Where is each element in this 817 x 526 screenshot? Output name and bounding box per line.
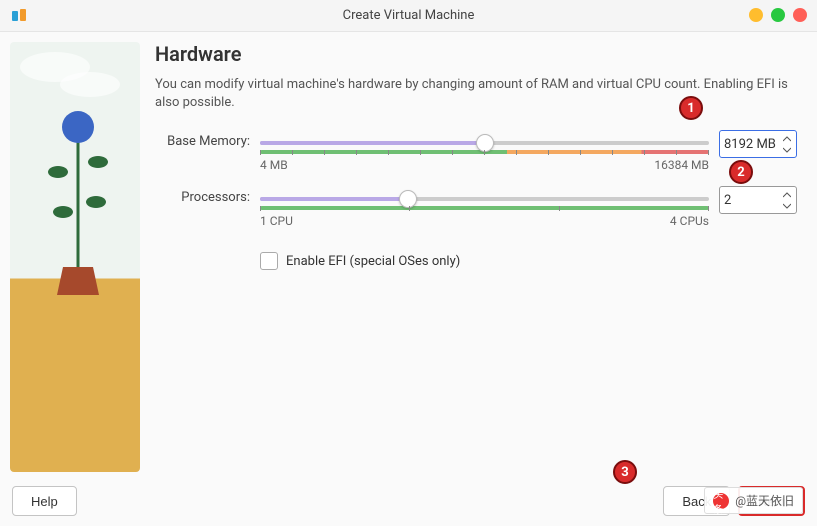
base-memory-slider[interactable]: 4 MB 16384 MB (260, 130, 709, 172)
window-controls (749, 8, 807, 22)
enable-efi-checkbox[interactable] (260, 252, 278, 270)
base-memory-max: 16384 MB (654, 158, 709, 172)
annotation-badge-1: 1 (679, 96, 703, 120)
base-memory-value: 8192 MB (724, 137, 776, 152)
minimize-button[interactable] (749, 8, 763, 22)
annotation-badge-2: 2 (729, 160, 753, 184)
title-bar: Create Virtual Machine (0, 0, 817, 32)
watermark-text: @蓝天依旧 (735, 492, 794, 509)
processors-min: 1 CPU (260, 214, 293, 228)
watermark-logo-icon: 头条 (713, 493, 729, 509)
enable-efi-label: Enable EFI (special OSes only) (286, 254, 460, 269)
window-title: Create Virtual Machine (0, 8, 817, 23)
processors-row: Processors: 1 CPU 4 CPUs 2 (155, 186, 797, 228)
processors-max: 4 CPUs (670, 214, 709, 228)
close-button[interactable] (793, 8, 807, 22)
efi-row: Enable EFI (special OSes only) (155, 242, 797, 270)
annotation-badge-3: 3 (613, 460, 637, 484)
chevron-down-icon[interactable] (783, 203, 791, 209)
chevron-down-icon[interactable] (783, 147, 791, 153)
processors-spinbox[interactable]: 2 (719, 186, 797, 214)
watermark: 头条 @蓝天依旧 (704, 487, 803, 514)
processors-label: Processors: (155, 186, 250, 205)
app-icon (10, 7, 28, 25)
processors-slider[interactable]: 1 CPU 4 CPUs (260, 186, 709, 228)
wizard-illustration (10, 42, 140, 472)
base-memory-label: Base Memory: (155, 130, 250, 149)
wizard-footer: Help Back Next (0, 476, 817, 526)
wizard-main-panel: Hardware You can modify virtual machine'… (150, 32, 817, 476)
chevron-up-icon[interactable] (783, 136, 791, 142)
maximize-button[interactable] (771, 8, 785, 22)
base-memory-min: 4 MB (260, 158, 288, 172)
help-button[interactable]: Help (12, 486, 77, 516)
chevron-up-icon[interactable] (783, 192, 791, 198)
processors-value: 2 (724, 193, 731, 208)
base-memory-row: Base Memory: 4 MB 16384 MB 8192 MB (155, 130, 797, 172)
base-memory-spinbox[interactable]: 8192 MB (719, 130, 797, 158)
page-heading: Hardware (155, 42, 797, 66)
wizard-illustration-panel (0, 32, 150, 476)
